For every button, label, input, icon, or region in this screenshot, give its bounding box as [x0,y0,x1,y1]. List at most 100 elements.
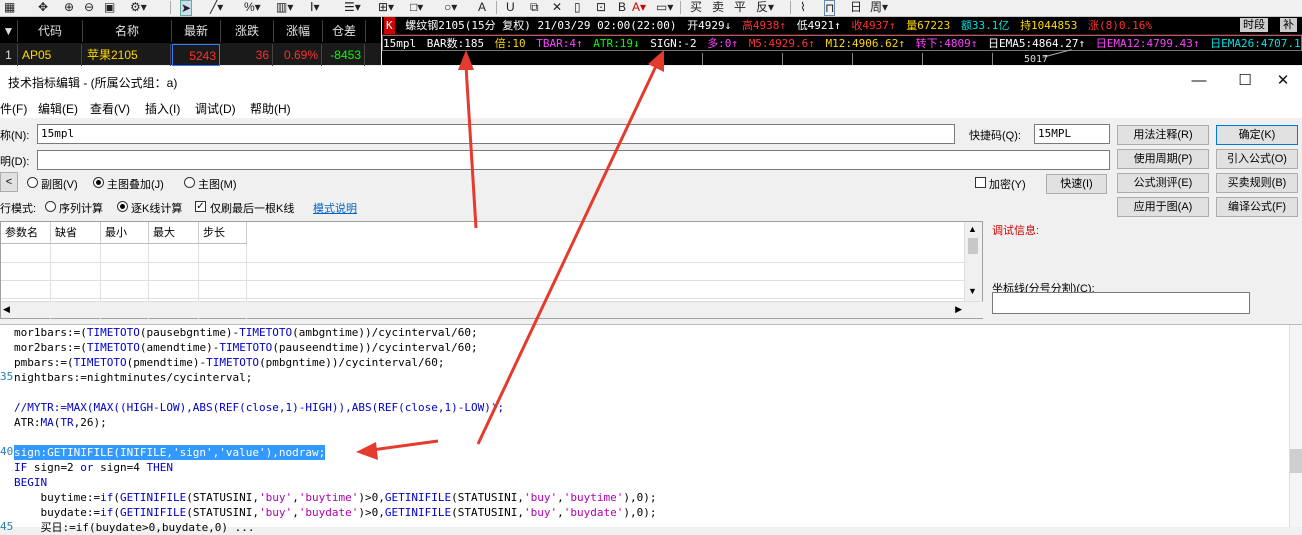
param-header-default: 缺省 [51,222,101,244]
week-icon[interactable]: 周▾ [870,0,888,14]
sell-icon[interactable]: 卖 [712,0,724,14]
more-button[interactable]: 补 [1280,18,1297,32]
chart-high: 高4938↑ [741,19,787,32]
maximize-button[interactable]: ☐ [1222,66,1268,96]
day-icon[interactable]: 日 [850,0,862,14]
cursor-icon[interactable]: ➤ [180,0,193,16]
text-tool-icon[interactable]: A [478,0,486,14]
only-last-checkbox[interactable]: ✓ [195,201,206,212]
ok-button[interactable]: 确定(K) [1216,125,1298,145]
indicator-barcount: BAR数:185 [426,37,485,50]
menu-insert[interactable]: 插入(I) [145,100,180,117]
radio-bar-calc[interactable] [117,201,128,212]
menu-view[interactable]: 查看(V) [90,100,130,117]
radio-sub-label: 副图(V) [41,179,78,191]
fit-icon[interactable]: ▦ [4,0,15,14]
ellipse-tool-icon[interactable]: ○▾ [444,0,457,14]
zoom-out-icon[interactable]: ⊖ [84,0,94,14]
menu-help[interactable]: 帮助(H) [250,100,291,117]
quote-header-last[interactable]: 最新 [172,20,221,42]
code-editor[interactable]: mor1bars:=(TIMETOTO(pausebgntime)-TIMETO… [0,324,1302,534]
rect-tool-icon[interactable]: □▾ [410,0,423,14]
quote-row-name: 苹果2105 [83,44,171,66]
move-icon[interactable]: ✥ [38,0,48,14]
quote-row-pct: 0.69% [274,44,322,66]
test-button[interactable]: 公式测评(E) [1117,173,1209,193]
shortcut-input[interactable]: 15MPL [1034,124,1110,144]
chart-header: K 螺纹钢2105(15分 复权) 21/03/29 02:00(22:00) … [382,17,1302,35]
list-tool-icon[interactable]: ☰▾ [344,0,361,14]
radio-seq-calc[interactable] [45,201,56,212]
copy-icon[interactable]: ⧉ [530,0,539,14]
chart-type-icon[interactable]: ⌇ [800,0,806,14]
quote-header-oi[interactable]: 仓差 [323,20,366,42]
k-badge[interactable]: K [384,17,395,34]
bar-tool-icon[interactable]: ▥▾ [276,0,293,14]
bold-icon[interactable]: B [618,0,626,14]
rules-button[interactable]: 买卖规则(B) [1216,173,1298,193]
period-button[interactable]: 时段 [1240,18,1268,32]
minimize-button[interactable]: — [1176,66,1222,96]
chart-volume: 量67223 [906,19,951,32]
menu-edit[interactable]: 编辑(E) [38,100,78,117]
title-bar[interactable] [0,66,1302,96]
close-button[interactable]: ✕ [1264,66,1302,96]
buy-icon[interactable]: 买 [690,0,702,14]
table-tool-icon[interactable]: ⊞▾ [378,0,394,14]
radio-main-overlay[interactable] [93,177,104,188]
quote-row-oi: -8453 [323,44,365,66]
mode-help-link[interactable]: 模式说明 [313,200,357,216]
compile-button[interactable]: 编译公式(F) [1216,197,1298,217]
font-color-icon[interactable]: A▾ [632,0,646,14]
lock-icon[interactable]: ⊡ [596,0,606,14]
quick-button[interactable]: 快速(I) [1046,174,1107,194]
period-icon[interactable]: ⊓ [824,0,836,16]
radio-main-chart[interactable] [184,177,195,188]
quote-header-pct[interactable]: 涨幅 [274,20,323,42]
menu-file[interactable]: 件(F) [0,100,27,117]
delete-icon[interactable]: ✕ [552,0,562,14]
period-button-2[interactable]: 使用周期(P) [1117,149,1209,169]
apply-button[interactable]: 应用于图(A) [1117,197,1209,217]
menu-debug[interactable]: 调试(D) [195,100,236,117]
line-tool-icon[interactable]: ╱▾ [210,0,223,14]
magnet-icon[interactable]: U [506,0,515,14]
desc-input[interactable] [37,150,1110,170]
percent-tool-icon[interactable]: %▾ [244,0,261,14]
grid-icon[interactable]: ▣ [104,0,115,14]
line-number: 35 [0,370,14,383]
line-number: 45 [0,520,14,533]
grid-vscroll[interactable]: ▲ ▼ [964,222,982,302]
encrypt-label: 加密(Y) [989,179,1026,191]
axis-input[interactable] [992,292,1250,314]
frame-icon[interactable]: ▭▾ [656,0,673,14]
quote-header-sort[interactable]: ▼ [0,20,18,42]
name-input[interactable]: 15mpl [37,124,955,144]
code-line: pmbars:=(TIMETOTO(pmendtime)-TIMETOTO(pm… [14,356,445,369]
channel-tool-icon[interactable]: Ⅰ▾ [310,0,320,14]
indicator-duo: 多:0↑ [707,37,739,50]
reverse-icon[interactable]: 反▾ [756,0,774,14]
grid-hscroll[interactable]: ◀ ▶ [1,301,984,318]
quote-header-code[interactable]: 代码 [18,20,83,42]
radio-main-label: 主图(M) [198,179,237,191]
quote-header-change[interactable]: 涨跌 [221,20,274,42]
quote-header-name[interactable]: 名称 [83,20,172,42]
gear-icon[interactable]: ⚙▾ [130,0,147,14]
encrypt-checkbox[interactable] [975,177,986,188]
zoom-in-icon[interactable]: ⊕ [64,0,74,14]
param-grid[interactable]: 参数名 缺省 最小 最大 步长 ▲ ▼ ◀ ▶ [0,221,984,319]
close-pos-icon[interactable]: 平 [734,0,746,14]
code-vscroll[interactable] [1289,325,1302,527]
radio-sub-chart[interactable] [27,177,38,188]
only-last-label: 仅刷最后一根K线 [210,203,295,215]
import-button[interactable]: 引入公式(O) [1216,149,1298,169]
usage-button[interactable]: 用法注释(R) [1117,125,1209,145]
code-line: nightbars:=nightminutes/cycinterval; [14,371,253,384]
collapse-button[interactable]: < [0,172,18,192]
selected-code-line[interactable]: sign:GETINIFILE(INIFILE,'sign','value'),… [14,445,326,460]
indicator-name: 15mpl [383,37,417,50]
trash-icon[interactable]: ▯ [574,0,581,14]
indicator-ema12: 日EMA12:4799.43↑ [1095,37,1200,50]
indicator-ema26: 日EMA26:4707.1 [1210,37,1301,50]
